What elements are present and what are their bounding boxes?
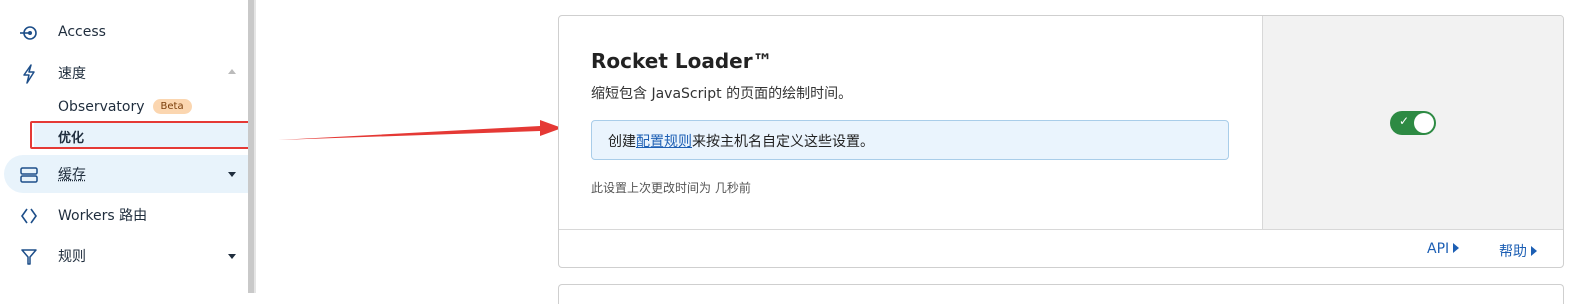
chevron-down-icon[interactable]: [228, 172, 236, 177]
sidebar-item-label: 速度: [58, 66, 86, 82]
next-card: [558, 284, 1564, 304]
access-icon: [18, 22, 40, 44]
sidebar-item-workers[interactable]: Workers 路由: [0, 196, 248, 234]
workers-icon: [18, 205, 40, 227]
chevron-down-icon[interactable]: [228, 254, 236, 259]
sidebar-item-access[interactable]: Access: [0, 13, 248, 51]
help-link[interactable]: 帮助: [1499, 241, 1537, 261]
cache-icon: [18, 164, 40, 186]
card-description: 缩短包含 JavaScript 的页面的绘制时间。: [591, 86, 853, 102]
card-title: Rocket Loader™: [591, 49, 773, 73]
card-footer: API 帮助: [559, 229, 1563, 267]
sidebar-item-rules[interactable]: 规则: [0, 237, 248, 275]
card-main: Rocket Loader™ 缩短包含 JavaScript 的页面的绘制时间。…: [559, 16, 1262, 229]
caret-right-icon: [1531, 246, 1537, 256]
sidebar-subitem-observatory[interactable]: Observatory Beta: [58, 99, 192, 115]
help-link-label: 帮助: [1499, 244, 1527, 260]
sidebar-subitem-label: Observatory: [58, 99, 145, 115]
sidebar-item-label: 规则: [58, 249, 86, 265]
caret-right-icon: [1453, 243, 1460, 253]
divider: [254, 0, 256, 293]
annotation-arrow: [278, 120, 562, 140]
api-link[interactable]: API: [1427, 241, 1460, 257]
info-text: 创建配置规则来按主机名自定义这些设置。: [608, 131, 874, 151]
rocket-loader-card: Rocket Loader™ 缩短包含 JavaScript 的页面的绘制时间。…: [558, 15, 1564, 268]
last-changed-text: 此设置上次更改时间为 几秒前: [591, 181, 751, 195]
rocket-loader-toggle[interactable]: ✓: [1390, 111, 1436, 135]
info-box: 创建配置规则来按主机名自定义这些设置。: [591, 120, 1229, 160]
toggle-knob: [1414, 113, 1434, 133]
rules-icon: [18, 246, 40, 268]
lightning-icon: [18, 63, 40, 85]
beta-badge: Beta: [152, 99, 192, 114]
sidebar-item-label: 缓存: [58, 167, 86, 183]
config-rules-link[interactable]: 配置规则: [636, 134, 692, 150]
info-suffix: 来按主机名自定义这些设置。: [692, 134, 874, 150]
sidebar-item-speed[interactable]: 速度: [0, 54, 248, 92]
sidebar-item-label: Access: [58, 24, 106, 40]
check-icon: ✓: [1399, 114, 1410, 128]
sidebar: Access 速度 Observatory Beta 优化 缓存 Workers …: [0, 0, 252, 293]
sidebar-item-label: Workers 路由: [58, 208, 148, 224]
api-link-label: API: [1427, 241, 1450, 257]
card-toggle-panel: ✓: [1262, 16, 1563, 229]
chevron-up-icon[interactable]: [228, 69, 236, 74]
sidebar-item-cache[interactable]: 缓存: [4, 155, 248, 193]
info-prefix: 创建: [608, 134, 636, 150]
highlight-annotation: [30, 121, 252, 149]
